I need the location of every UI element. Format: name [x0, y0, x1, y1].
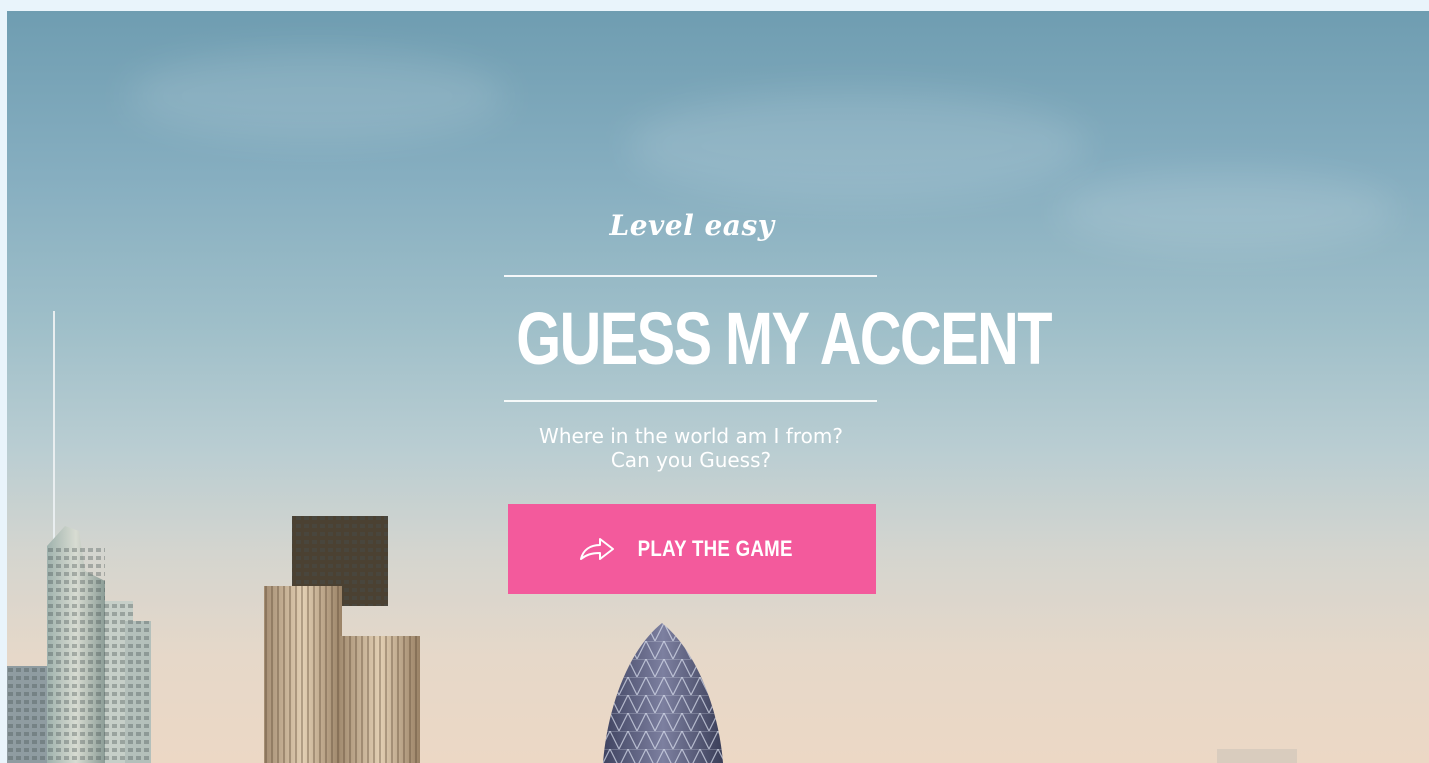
play-game-label: PLAY THE GAME [637, 536, 793, 561]
hero-content: Level easy GUESS MY ACCENT Where in the … [7, 11, 1429, 763]
share-arrow-icon [578, 536, 616, 562]
subtitle-line-1: Where in the world am I from? [539, 424, 843, 448]
page: Level easy GUESS MY ACCENT Where in the … [0, 0, 1429, 763]
subtitle-line-2: Can you Guess? [610, 448, 772, 472]
divider-top [504, 275, 877, 277]
divider-bottom [504, 400, 877, 402]
game-title: GUESS MY ACCENT [516, 297, 1052, 380]
hero-banner: Level easy GUESS MY ACCENT Where in the … [7, 11, 1429, 763]
game-subtitle: Where in the world am I from? Can you Gu… [467, 424, 915, 472]
play-game-button[interactable]: PLAY THE GAME [508, 504, 876, 594]
level-label: Level easy [609, 209, 775, 242]
